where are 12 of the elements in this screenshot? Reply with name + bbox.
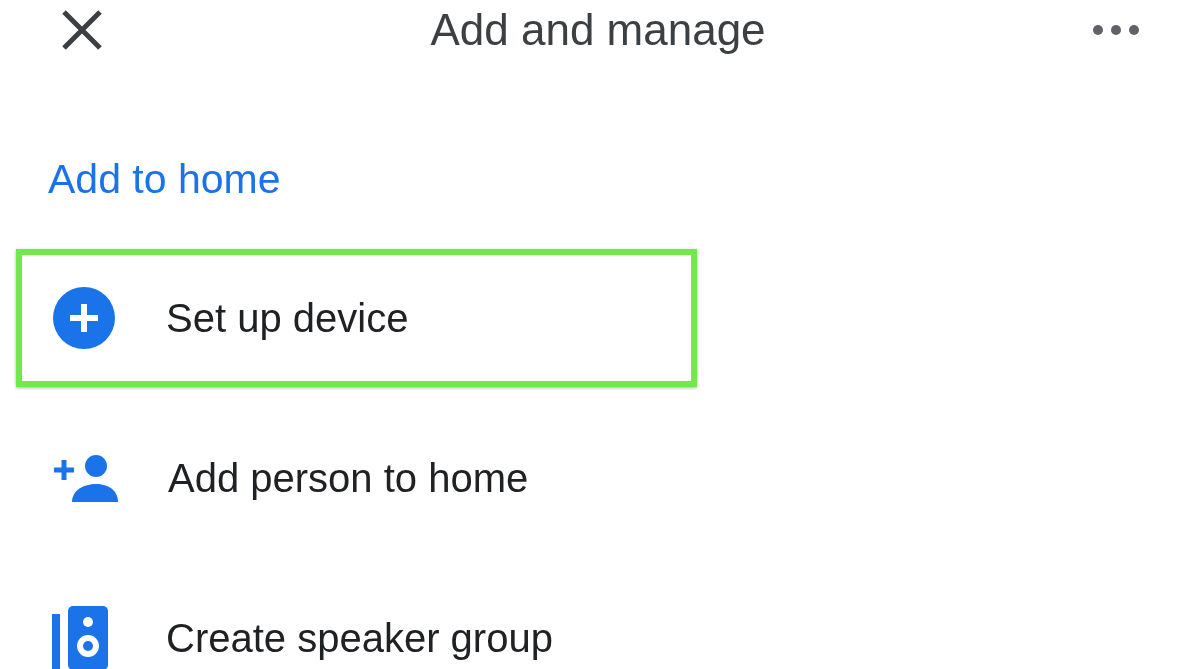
item-label: Create speaker group bbox=[166, 615, 553, 661]
more-button[interactable] bbox=[1092, 24, 1140, 36]
menu-item[interactable]: Add person to home bbox=[16, 409, 697, 547]
item-label: Add person to home bbox=[168, 455, 529, 501]
plus-circle-icon bbox=[52, 286, 116, 350]
page-title: Add and manage bbox=[430, 5, 766, 55]
item-label: Set up device bbox=[166, 295, 409, 341]
add-person-icon bbox=[52, 454, 118, 502]
section-heading: Add to home bbox=[48, 155, 282, 203]
close-button[interactable] bbox=[60, 8, 104, 52]
highlighted-menu-item[interactable]: Set up device bbox=[16, 249, 697, 387]
menu-item[interactable]: Create speaker group bbox=[16, 569, 697, 669]
